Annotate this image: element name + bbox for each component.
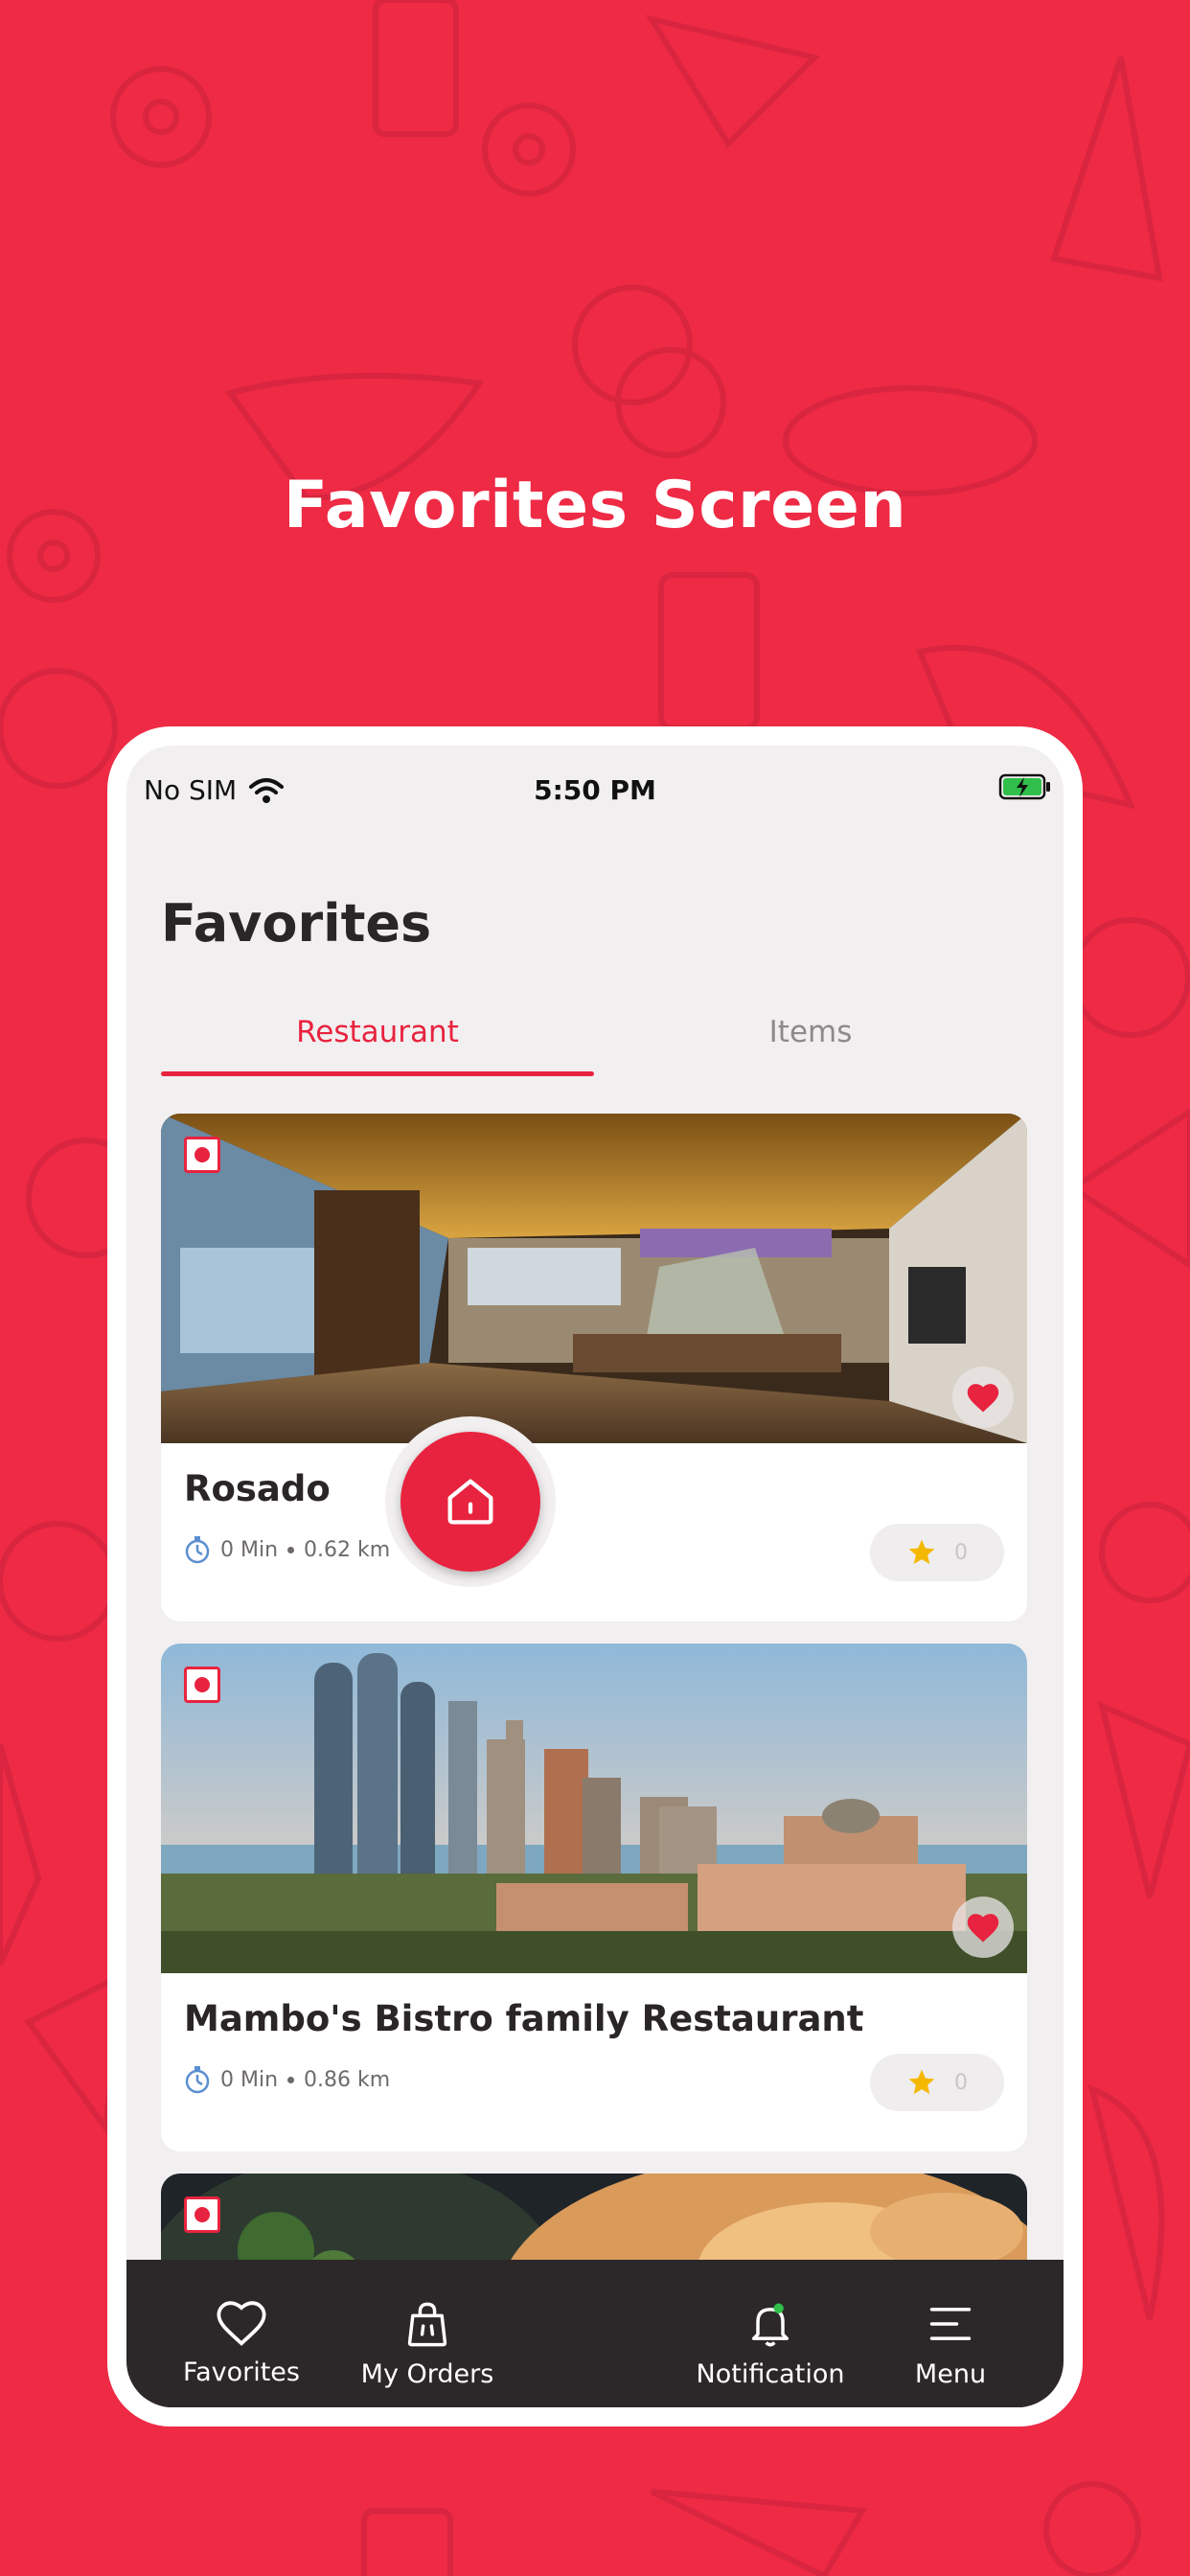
meta-separator-dot (287, 2076, 295, 2083)
active-tab-indicator (161, 1071, 594, 1076)
shopping-bag-icon (407, 2302, 447, 2347)
hero-title: Favorites Screen (283, 468, 907, 543)
favorites-tabs: Restaurant Items (161, 985, 1027, 1079)
star-icon (908, 1539, 935, 1564)
bottom-navigation: Favorites My Orders Notification Menu (126, 2260, 1064, 2407)
delivery-time: 0 Min (220, 2067, 279, 2092)
favorite-heart-button[interactable] (952, 1897, 1014, 1958)
heart-filled-icon (967, 1914, 999, 1943)
restaurant-image (161, 1114, 1027, 1443)
stopwatch-icon (185, 2066, 210, 2094)
rating-badge: 0 (870, 2054, 1004, 2111)
heart-filled-icon (967, 1384, 999, 1413)
restaurant-card[interactable]: Mambo's Bistro family Restaurant 0 Min 0… (161, 1644, 1027, 2151)
status-time: 5:50 PM (534, 774, 656, 806)
meta-separator-dot (287, 1546, 295, 1553)
restaurant-meta: 0 Min 0.86 km (184, 2065, 390, 2094)
restaurant-card[interactable]: Rosado 0 Min 0.62 km 0 (161, 1114, 1027, 1622)
star-icon (908, 2069, 935, 2094)
heart-icon (217, 2301, 266, 2346)
bell-icon (751, 2303, 790, 2347)
home-button[interactable] (400, 1432, 540, 1572)
rating-value: 0 (954, 2070, 968, 2095)
restaurant-meta: 0 Min 0.62 km (184, 1535, 390, 1564)
distance: 0.62 km (304, 1537, 391, 1562)
rating-badge: 0 (870, 1524, 1004, 1581)
nav-my-orders-label: My Orders (360, 2359, 494, 2389)
nav-my-orders[interactable]: My Orders (332, 2298, 523, 2389)
home-icon (447, 1479, 493, 1525)
battery-charging-icon (998, 773, 1050, 800)
nav-menu[interactable]: Menu (855, 2298, 1046, 2389)
tab-items[interactable]: Items (594, 985, 1027, 1079)
rating-value: 0 (954, 1540, 968, 1565)
restaurant-name: Mambo's Bistro family Restaurant (184, 1998, 864, 2039)
nav-favorites-label: Favorites (183, 2358, 300, 2387)
japan-flag-icon (184, 1667, 220, 1703)
tab-restaurant[interactable]: Restaurant (161, 985, 594, 1079)
status-right (998, 772, 1052, 808)
japan-flag-icon (184, 1137, 220, 1173)
status-bar: No SIM 5:50 PM (126, 746, 1064, 834)
stopwatch-icon (185, 1536, 210, 1564)
nav-menu-label: Menu (914, 2359, 987, 2389)
app-screen: No SIM 5:50 PM Favorites Restaurant Item… (126, 746, 1064, 2407)
delivery-time: 0 Min (220, 1537, 279, 1562)
japan-flag-icon (184, 2196, 220, 2233)
menu-icon (929, 2308, 972, 2340)
restaurant-image (161, 1644, 1027, 1973)
phone-frame: No SIM 5:50 PM Favorites Restaurant Item… (107, 726, 1083, 2426)
nav-notification-label: Notification (696, 2359, 845, 2389)
page-title: Favorites (161, 893, 432, 954)
favorite-heart-button[interactable] (952, 1367, 1014, 1428)
nav-notification[interactable]: Notification (675, 2298, 866, 2389)
nav-favorites[interactable]: Favorites (146, 2298, 337, 2387)
distance: 0.86 km (304, 2067, 391, 2092)
restaurant-name: Rosado (184, 1468, 331, 1509)
